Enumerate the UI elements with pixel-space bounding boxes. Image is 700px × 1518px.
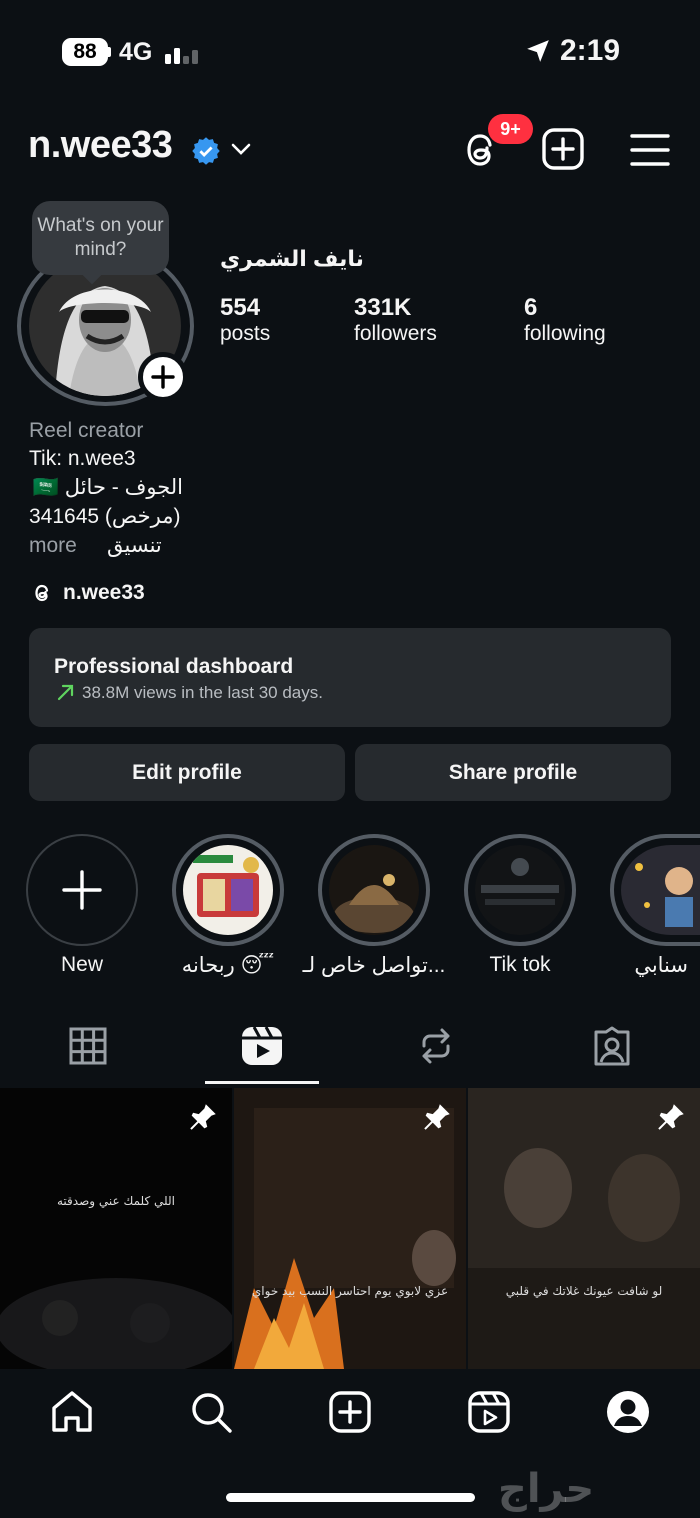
note-bubble[interactable]: What's on your mind?: [32, 201, 169, 275]
tab-reposts-icon[interactable]: [414, 1024, 458, 1068]
highlight-label: Tik tok: [489, 953, 551, 976]
nav-create-icon[interactable]: [326, 1388, 374, 1436]
reel-thumbnail[interactable]: عزي لابوي يوم احتاسر النسب بيد خواي: [234, 1088, 466, 1369]
highlight-label: تواصل خاص لـ...: [302, 954, 446, 977]
bio-line: Tik: n.wee3: [29, 447, 136, 470]
signal-icon: [165, 42, 201, 64]
professional-dashboard-card[interactable]: Professional dashboard 38.8M views in th…: [29, 628, 671, 727]
pinned-icon: [654, 1100, 688, 1134]
threads-handle: n.wee33: [63, 581, 145, 604]
stat-posts-label: posts: [220, 322, 271, 345]
stat-posts[interactable]: 554 posts: [220, 294, 270, 346]
stat-followers[interactable]: 331K followers: [354, 294, 437, 346]
reel-caption: عزي لابوي يوم احتاسر النسب بيد خواي: [251, 1284, 449, 1298]
menu-hamburger-icon[interactable]: [628, 128, 680, 180]
highlight-cover: [329, 845, 419, 935]
trend-up-icon: [56, 682, 76, 702]
highlight-cover: [475, 845, 565, 935]
nav-search-icon[interactable]: [187, 1388, 235, 1436]
network-type: 4G: [119, 38, 153, 66]
profile-username[interactable]: n.wee33: [28, 124, 173, 167]
reel-thumbnail[interactable]: لو شافت عيونك غلاتك في قلبي: [468, 1088, 700, 1369]
haraj-watermark: حراج: [498, 1466, 595, 1512]
highlight-label: New: [60, 953, 103, 976]
threads-profile-link[interactable]: n.wee33: [29, 580, 145, 606]
active-tab-indicator: [205, 1081, 319, 1084]
stat-following-value: 6: [524, 294, 538, 321]
clock: 2:19: [560, 34, 621, 67]
add-story-button[interactable]: [138, 352, 188, 402]
bio-more-link[interactable]: more: [29, 531, 77, 560]
reel-caption: اللي كلمك عني وصدقته: [56, 1194, 175, 1208]
profile-category: Reel creator: [29, 419, 144, 442]
edit-profile-button[interactable]: Edit profile: [29, 744, 345, 801]
stat-following-label: following: [524, 322, 606, 345]
profile-full-name: نايف الشمري: [220, 246, 364, 271]
verified-badge-icon: [191, 136, 221, 166]
stat-following[interactable]: 6 following: [524, 294, 606, 346]
pinned-icon: [420, 1100, 454, 1134]
bio-line: 341645 (مرخص): [29, 505, 181, 528]
location-arrow-icon: [525, 38, 551, 64]
pinned-icon: [186, 1100, 220, 1134]
tab-tagged-icon[interactable]: [590, 1024, 634, 1068]
nav-reels-icon[interactable]: [465, 1388, 513, 1436]
dashboard-title: Professional dashboard: [54, 655, 294, 678]
stat-followers-label: followers: [354, 322, 437, 345]
reel-thumbnail[interactable]: اللي كلمك عني وصدقته: [0, 1088, 232, 1369]
nav-home-icon[interactable]: [48, 1388, 96, 1436]
home-indicator: [226, 1493, 475, 1502]
new-highlight-button[interactable]: [26, 834, 138, 946]
bio-line: تنسيق: [107, 534, 162, 557]
create-post-icon[interactable]: [540, 126, 592, 178]
battery-indicator: 88: [62, 38, 108, 66]
highlight-label: سنابي: [634, 954, 688, 977]
tab-reels-icon[interactable]: [240, 1024, 284, 1068]
highlight-label: ربحانه 😴: [181, 954, 275, 977]
share-profile-button[interactable]: Share profile: [355, 744, 671, 801]
stat-posts-value: 554: [220, 294, 261, 321]
bio-line: الجوف - حائل 🇸🇦: [32, 476, 183, 499]
dashboard-subtitle: 38.8M views in the last 30 days.: [82, 683, 323, 702]
threads-small-icon: [29, 580, 55, 606]
highlight-item[interactable]: [464, 834, 576, 946]
account-switcher-chevron-icon[interactable]: [230, 140, 252, 158]
stat-followers-value: 331K: [354, 294, 412, 321]
highlight-cover: [621, 845, 700, 935]
tab-grid-icon[interactable]: [66, 1024, 110, 1068]
highlight-item[interactable]: [610, 834, 700, 946]
nav-profile-icon[interactable]: [604, 1388, 652, 1436]
battery-tip: [108, 47, 111, 57]
reel-caption: لو شافت عيونك غلاتك في قلبي: [505, 1284, 663, 1298]
highlight-item[interactable]: [318, 834, 430, 946]
notification-badge: 9+: [488, 114, 533, 144]
highlight-item[interactable]: [172, 834, 284, 946]
highlight-cover: [183, 845, 273, 935]
